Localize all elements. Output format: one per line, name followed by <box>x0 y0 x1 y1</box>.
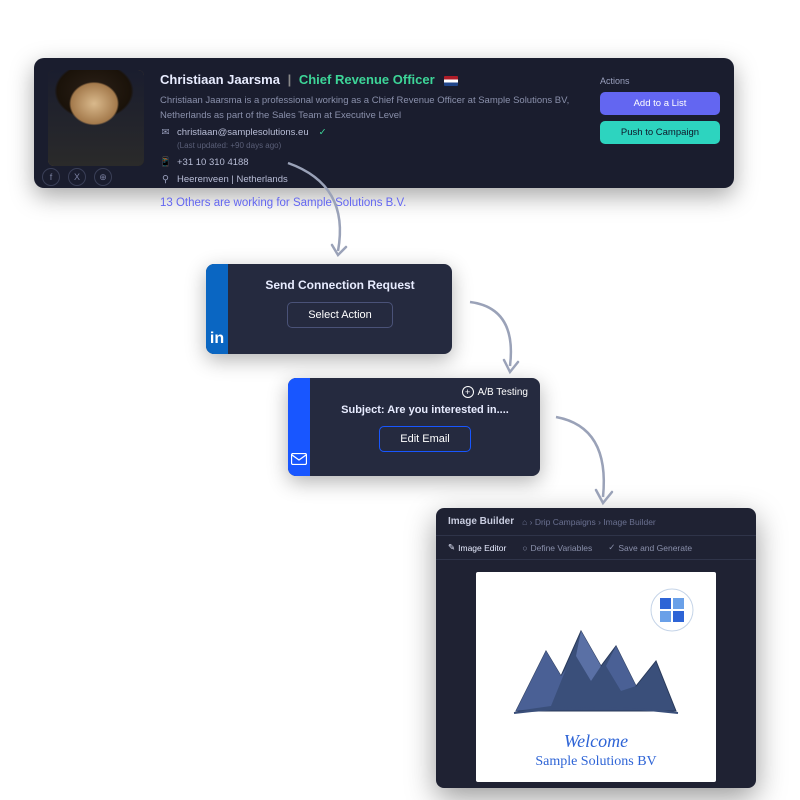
contact-name: Christiaan Jaarsma <box>160 72 280 87</box>
location-icon: ⚲ <box>160 174 171 185</box>
email-step-icon <box>291 452 307 470</box>
linkedin-step-card: in Send Connection Request Select Action <box>206 264 452 354</box>
location-value: Heerenveen | Netherlands <box>177 172 288 187</box>
ab-testing-label: A/B Testing <box>478 387 528 398</box>
tab-save-generate-label: Save and Generate <box>618 543 692 553</box>
email-step-card: + A/B Testing Subject: Are you intereste… <box>288 378 540 476</box>
phone-value: +31 10 310 4188 <box>177 155 249 170</box>
xing-icon[interactable]: X <box>68 168 86 186</box>
edit-email-button[interactable]: Edit Email <box>379 426 471 452</box>
location-row: ⚲ Heerenveen | Netherlands <box>160 172 600 187</box>
linkedin-stripe: in <box>206 264 228 354</box>
push-to-campaign-button[interactable]: Push to Campaign <box>600 121 720 144</box>
actions-label: Actions <box>600 76 720 86</box>
last-updated: (Last updated: +90 days ago) <box>177 140 600 153</box>
image-builder-tabs: ✎ Image Editor ○ Define Variables ✓ Save… <box>436 536 756 560</box>
arrow-3-icon <box>548 405 638 510</box>
company-logo-icon <box>650 588 694 632</box>
welcome-text: Welcome <box>564 731 628 752</box>
social-icons: f X ⊕ <box>42 168 112 186</box>
email-value: christiaan@samplesolutions.eu <box>177 125 309 140</box>
email-row: ✉ christiaan@samplesolutions.eu ✓ <box>160 125 600 140</box>
email-step-body: + A/B Testing Subject: Are you intereste… <box>310 378 540 476</box>
select-action-button[interactable]: Select Action <box>287 302 393 328</box>
avatar <box>48 70 144 166</box>
email-icon: ✉ <box>160 127 171 138</box>
contact-bio: Christiaan Jaarsma is a professional wor… <box>160 93 600 123</box>
name-line: Christiaan Jaarsma | Chief Revenue Offic… <box>160 70 600 91</box>
tab-image-editor-label: Image Editor <box>458 543 506 553</box>
email-stripe <box>288 378 310 476</box>
others-link[interactable]: 13 Others are working for Sample Solutio… <box>160 194 600 212</box>
image-builder-window: Image Builder ⌂ › Drip Campaigns › Image… <box>436 508 756 788</box>
website-icon[interactable]: ⊕ <box>94 168 112 186</box>
image-canvas[interactable]: Welcome Sample Solutions BV <box>476 572 716 782</box>
image-builder-header: Image Builder ⌂ › Drip Campaigns › Image… <box>436 508 756 536</box>
plus-icon: + <box>462 386 474 398</box>
contact-title: Chief Revenue Officer <box>299 72 435 87</box>
linkedin-step-title: Send Connection Request <box>248 278 432 292</box>
tab-save-generate[interactable]: ✓ Save and Generate <box>608 542 692 553</box>
tab-define-variables[interactable]: ○ Define Variables <box>522 542 592 553</box>
verified-icon: ✓ <box>319 125 327 140</box>
breadcrumb[interactable]: ⌂ › Drip Campaigns › Image Builder <box>522 517 656 527</box>
add-to-list-button[interactable]: Add to a List <box>600 92 720 115</box>
profile-card: Christiaan Jaarsma | Chief Revenue Offic… <box>34 58 734 188</box>
company-text: Sample Solutions BV <box>535 754 656 770</box>
actions-panel: Actions Add to a List Push to Campaign <box>600 70 720 176</box>
tab-define-variables-label: Define Variables <box>530 543 592 553</box>
phone-row: 📱 +31 10 310 4188 <box>160 155 600 170</box>
image-builder-title: Image Builder <box>448 516 514 527</box>
linkedin-step-body: Send Connection Request Select Action <box>228 264 452 354</box>
pipe: | <box>288 72 292 87</box>
arrow-2-icon <box>462 290 542 380</box>
tab-image-editor[interactable]: ✎ Image Editor <box>448 542 506 553</box>
linkedin-icon: in <box>210 330 224 348</box>
netherlands-flag-icon <box>444 76 458 86</box>
email-subject: Subject: Are you interested in.... <box>330 404 520 416</box>
ab-testing-link[interactable]: + A/B Testing <box>462 386 528 398</box>
profile-info: Christiaan Jaarsma | Chief Revenue Offic… <box>144 70 600 176</box>
phone-icon: 📱 <box>160 157 171 168</box>
facebook-icon[interactable]: f <box>42 168 60 186</box>
